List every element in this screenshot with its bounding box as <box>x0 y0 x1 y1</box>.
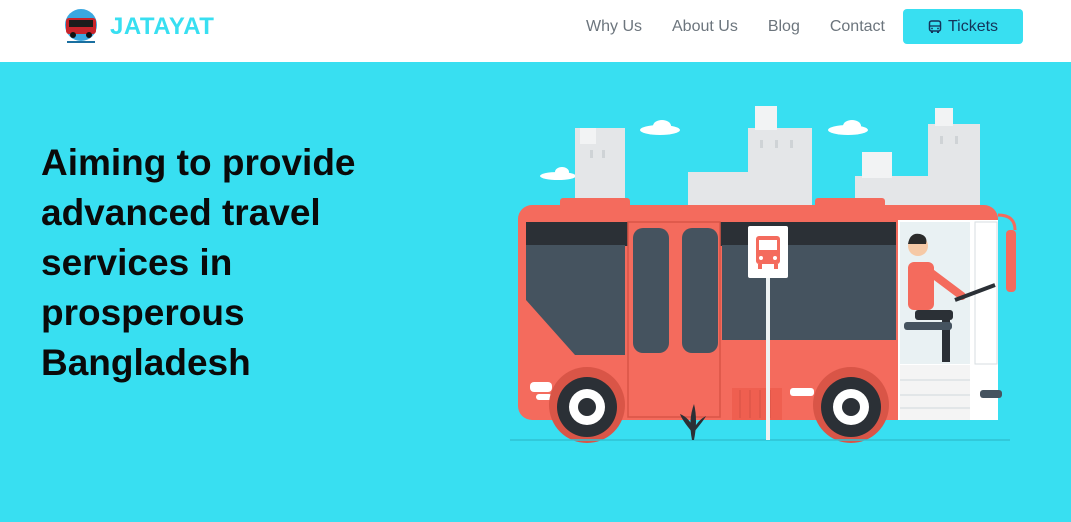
hero-title: Aiming to provide advanced travel servic… <box>41 142 356 383</box>
nav-link-blog[interactable]: Blog <box>768 18 800 36</box>
bus-icon <box>928 19 942 33</box>
tickets-label: Tickets <box>947 17 999 35</box>
bus-illustration <box>510 106 1017 443</box>
nav-links: Why Us About Us Blog Contact <box>586 18 915 36</box>
navbar: JATAYAT Why Us About Us Blog Contact Tic… <box>0 0 1071 62</box>
wheel-rear <box>549 367 625 443</box>
bus-logo-icon <box>65 9 97 43</box>
nav-link-contact[interactable]: Contact <box>830 18 885 36</box>
nav-link-about-us[interactable]: About Us <box>672 18 738 36</box>
city-buildings <box>575 106 980 208</box>
nav-link-why-us[interactable]: Why Us <box>586 18 642 36</box>
brand-link[interactable]: JATAYAT <box>62 8 214 46</box>
tickets-button[interactable]: Tickets <box>903 9 1023 44</box>
brand-name: JATAYAT <box>110 13 215 40</box>
wheel-front <box>813 367 889 443</box>
